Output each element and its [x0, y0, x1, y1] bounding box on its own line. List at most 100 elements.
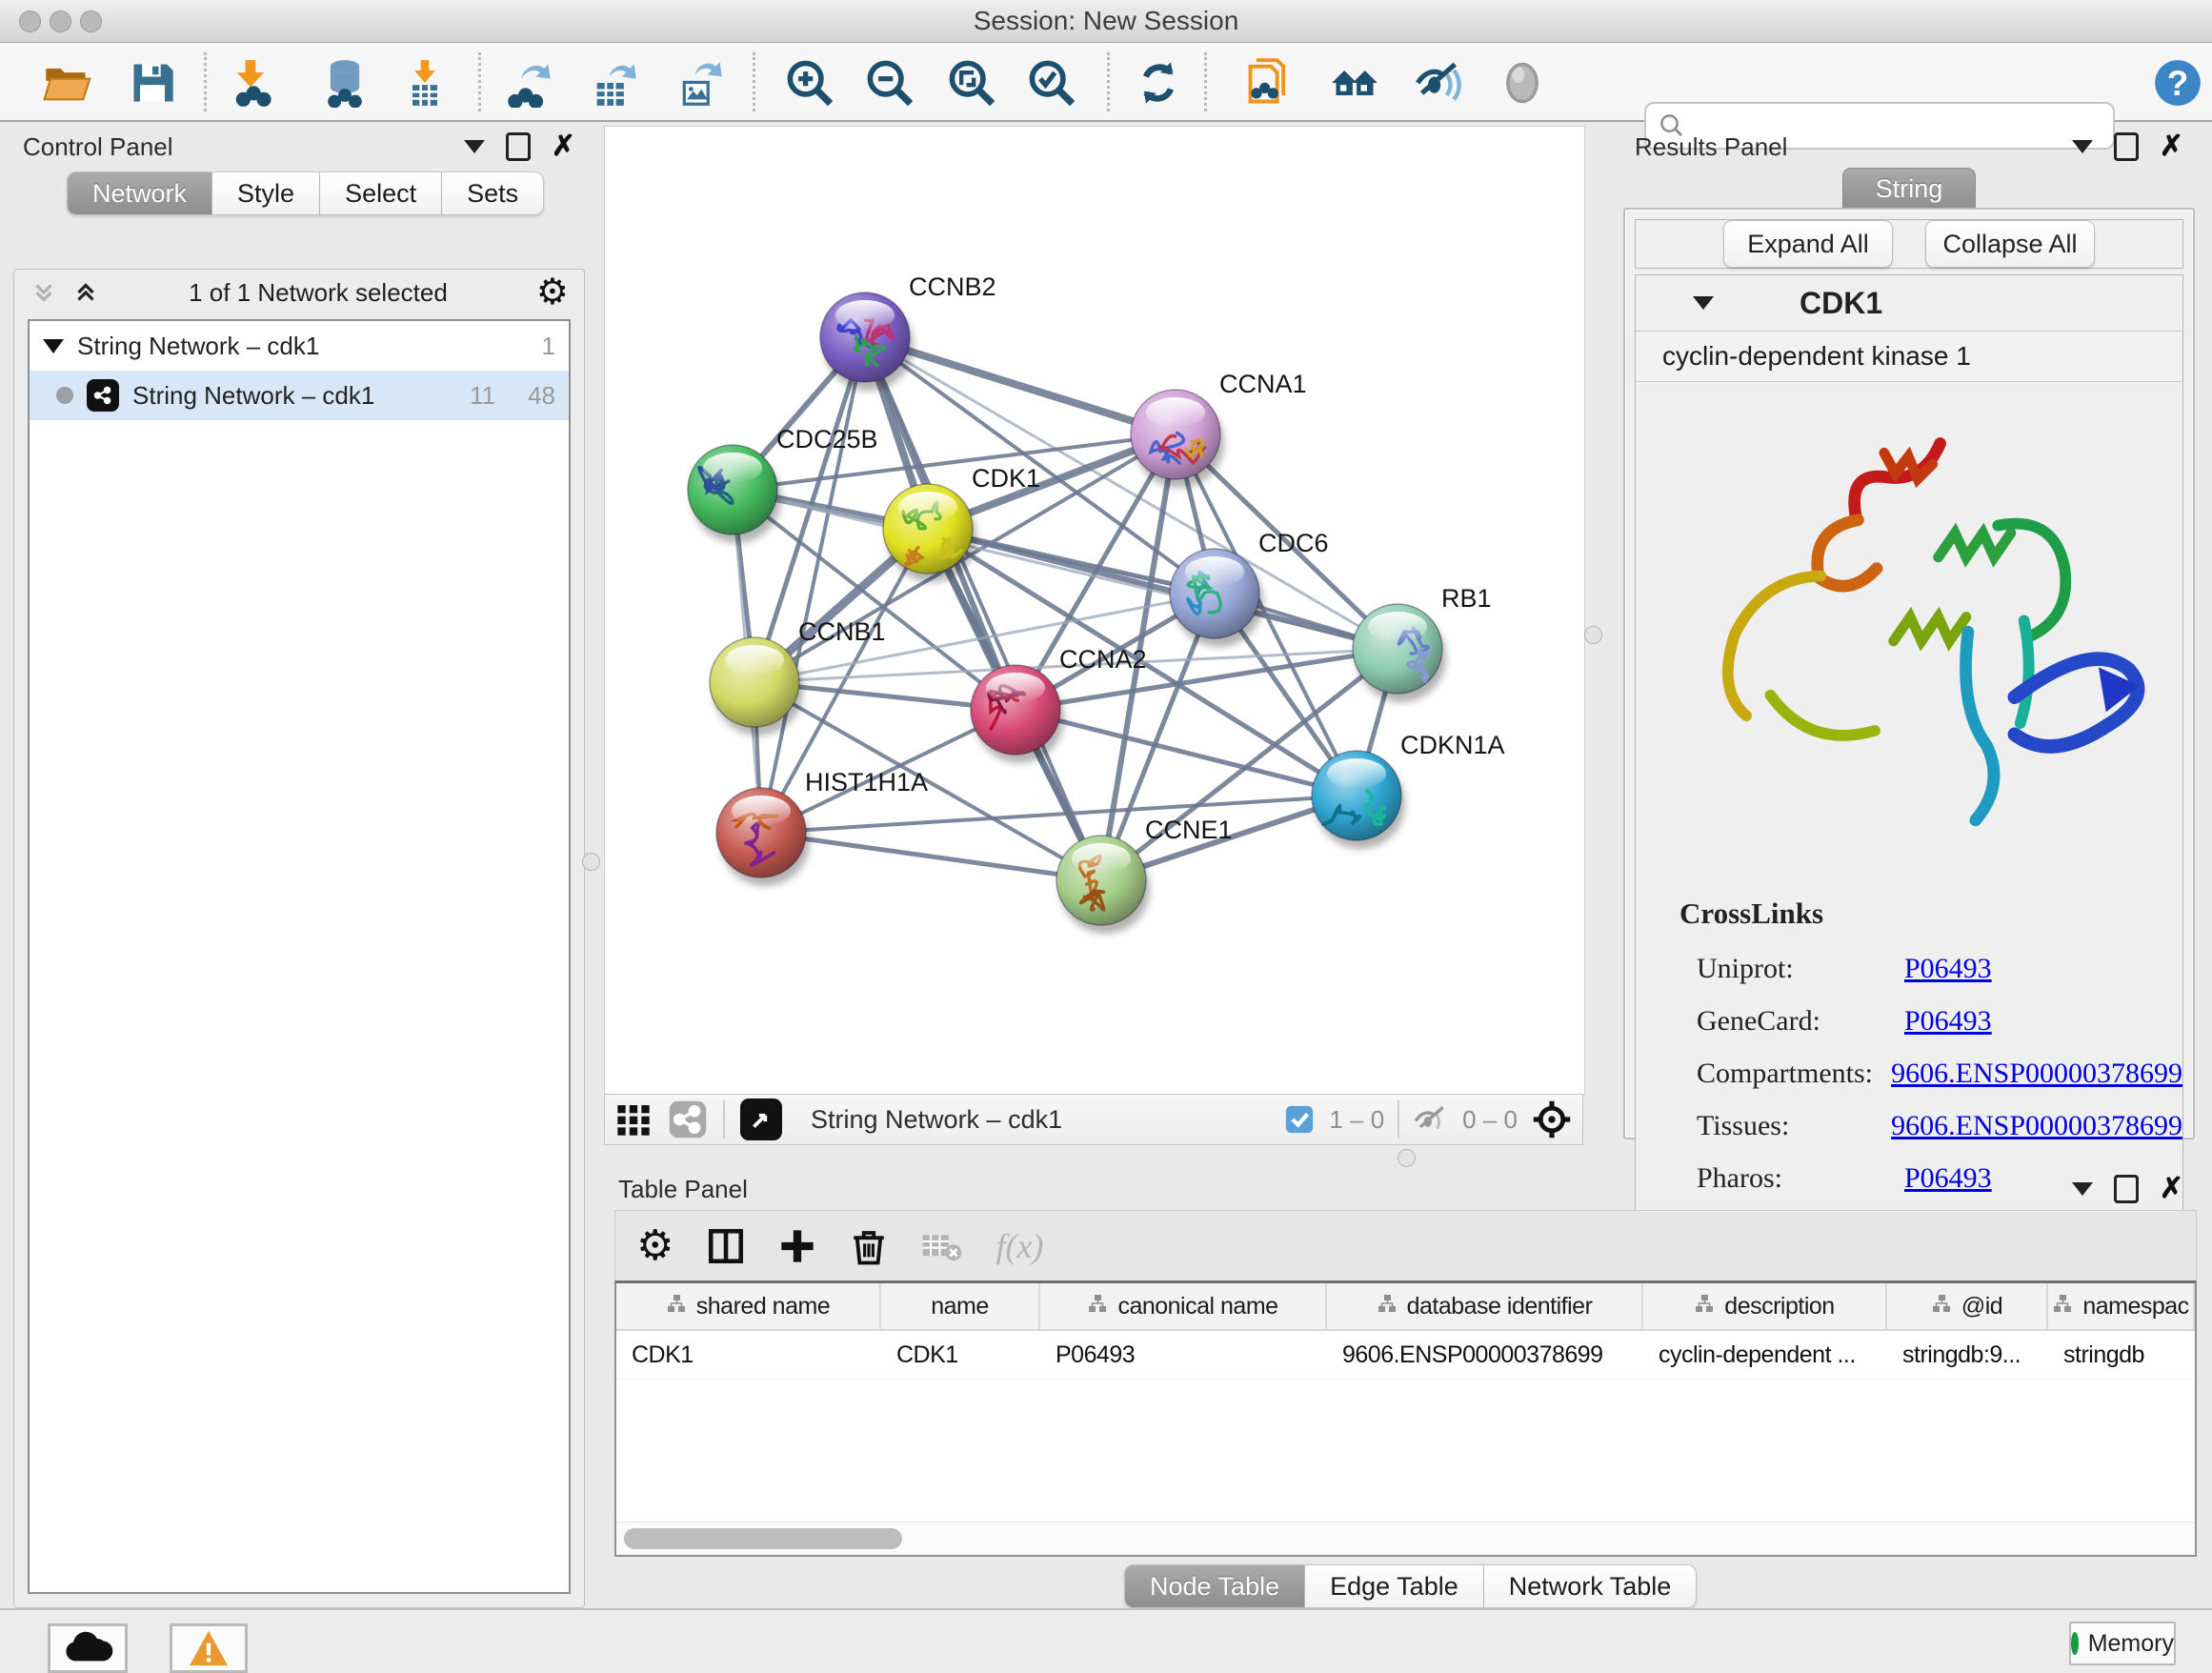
zoom-fit-icon[interactable]: [945, 56, 998, 110]
import-table-icon[interactable]: [398, 56, 452, 110]
tab-network-table[interactable]: Network Table: [1484, 1564, 1698, 1608]
collection-expand-icon[interactable]: [43, 339, 64, 353]
edge-HIST1H1A-CCNE1[interactable]: [761, 833, 1101, 880]
crosslink-link[interactable]: 9606.ENSP00000378699: [1891, 1058, 2182, 1090]
network-view-toolbar: String Network – cdk1 1 – 0 0 – 0: [604, 1094, 1583, 1145]
network-edge-count: 48: [528, 381, 555, 411]
column-header-namespac[interactable]: namespac: [2048, 1283, 2195, 1329]
node-CDK1[interactable]: [883, 484, 976, 582]
save-session-icon[interactable]: [126, 56, 179, 110]
crosslink-link[interactable]: 9606.ENSP00000378699: [1891, 1110, 2182, 1142]
tab-edge-table[interactable]: Edge Table: [1305, 1564, 1484, 1608]
cloud-button[interactable]: [48, 1623, 128, 1673]
expand-all-button[interactable]: Expand All: [1723, 220, 1893, 268]
gear-icon[interactable]: ⚙: [536, 274, 569, 311]
results-panel-title: Results Panel: [1635, 132, 1787, 162]
network-collapse-bar: 1 of 1 Network selected ⚙: [14, 270, 584, 315]
control-panel-menu-icon[interactable]: [464, 140, 485, 153]
open-session-icon[interactable]: [40, 56, 93, 110]
zoom-in-icon[interactable]: [783, 56, 836, 110]
table-scrollbar-thumb[interactable]: [624, 1528, 902, 1549]
hidden-eye-icon[interactable]: [1413, 1101, 1449, 1138]
network-collection-row[interactable]: String Network – cdk1 1: [30, 321, 569, 371]
expand-all-icon[interactable]: [71, 278, 100, 307]
share-view-icon[interactable]: [668, 1099, 708, 1139]
network-view-canvas[interactable]: CCNB2CCNA1CDC25BCDK1CDC6RB1CCNB1CCNA2CDK…: [604, 126, 1585, 1096]
collapse-all-button[interactable]: Collapse All: [1925, 220, 2095, 268]
string-import-icon[interactable]: [1242, 56, 1296, 110]
network-type-icon: [87, 379, 119, 412]
table-gear-icon[interactable]: ⚙: [636, 1225, 674, 1267]
tab-network[interactable]: Network: [67, 171, 212, 215]
delete-table-icon: [921, 1225, 963, 1267]
crosslink-link[interactable]: P06493: [1904, 1005, 1992, 1038]
selected-count-badge: 1 – 0: [1329, 1105, 1384, 1135]
import-network-database-icon[interactable]: [318, 56, 372, 110]
control-panel-float-icon[interactable]: [506, 132, 531, 161]
table-row[interactable]: CDK1CDK1P064939606.ENSP00000378699cyclin…: [616, 1331, 2195, 1380]
import-network-file-icon[interactable]: [225, 56, 278, 110]
column-header-database-identifier[interactable]: database identifier: [1327, 1283, 1643, 1329]
zoom-out-icon[interactable]: [863, 56, 916, 110]
grid-view-icon[interactable]: [614, 1100, 653, 1139]
network-row[interactable]: String Network – cdk1 11 48: [30, 371, 569, 420]
tab-sets[interactable]: Sets: [442, 171, 544, 215]
column-header-canonical-name[interactable]: canonical name: [1040, 1283, 1327, 1329]
crosslink-link[interactable]: P06493: [1904, 953, 1992, 985]
node-label-CDC6: CDC6: [1258, 529, 1329, 557]
memory-button[interactable]: Memory: [2069, 1622, 2176, 1665]
results-panel-close-icon[interactable]: ✗: [2160, 132, 2183, 161]
table-panel-float-icon[interactable]: [2114, 1175, 2139, 1203]
gene-section-expand-icon[interactable]: [1693, 296, 1714, 310]
refresh-icon[interactable]: [1132, 56, 1185, 110]
left-divider-handle[interactable]: [582, 853, 600, 871]
crosshair-icon[interactable]: [1531, 1099, 1573, 1140]
tab-node-table[interactable]: Node Table: [1124, 1564, 1305, 1608]
string-home-icon[interactable]: [1328, 56, 1381, 110]
edge-CCNB2-HIST1H1A[interactable]: [761, 337, 865, 833]
help-icon[interactable]: ?: [2151, 56, 2204, 110]
column-header-description[interactable]: description: [1643, 1283, 1887, 1329]
bottom-divider-handle[interactable]: [1398, 1149, 1416, 1167]
right-divider-handle[interactable]: [1584, 626, 1602, 644]
results-panel-float-icon[interactable]: [2114, 132, 2139, 161]
node-CCNE1[interactable]: [1056, 836, 1150, 934]
export-network-icon[interactable]: [503, 56, 556, 110]
warning-button[interactable]: [170, 1623, 248, 1673]
column-header-@id[interactable]: @id: [1887, 1283, 2048, 1329]
column-header-name[interactable]: name: [881, 1283, 1040, 1329]
tab-string[interactable]: String: [1842, 168, 1977, 210]
node-RB1[interactable]: [1353, 604, 1446, 702]
tab-style[interactable]: Style: [212, 171, 320, 215]
memory-label: Memory: [2088, 1630, 2174, 1658]
export-image-icon[interactable]: [673, 56, 726, 110]
collection-label: String Network – cdk1: [77, 332, 319, 361]
column-header-shared-name[interactable]: shared name: [616, 1283, 881, 1329]
delete-column-icon[interactable]: [849, 1226, 889, 1266]
node-HIST1H1A[interactable]: [716, 788, 810, 886]
table-panel-close-icon[interactable]: ✗: [2160, 1175, 2183, 1203]
edge-CCNB2-CCNE1[interactable]: [865, 337, 1101, 880]
node-label-CCNA1: CCNA1: [1219, 370, 1307, 398]
node-label-CDKN1A: CDKN1A: [1400, 731, 1505, 759]
table-panel-menu-icon[interactable]: [2072, 1182, 2093, 1196]
zoom-selected-icon[interactable]: [1025, 56, 1078, 110]
control-panel-close-icon[interactable]: ✗: [552, 132, 575, 161]
tab-select[interactable]: Select: [320, 171, 442, 215]
navigator-icon[interactable]: [740, 1099, 782, 1140]
control-panel-title: Control Panel: [23, 132, 173, 162]
node-CCNA2[interactable]: [971, 665, 1064, 763]
table-horizontal-scrollbar[interactable]: [616, 1522, 2195, 1555]
add-column-icon[interactable]: [778, 1227, 816, 1265]
node-CCNA1[interactable]: [1131, 390, 1224, 488]
toggle-glass-effect-icon[interactable]: [1412, 56, 1465, 110]
selected-checkbox-icon[interactable]: [1283, 1103, 1316, 1136]
node-CDKN1A[interactable]: [1312, 751, 1405, 849]
results-panel-menu-icon[interactable]: [2072, 140, 2093, 153]
toggle-enhanced-labels-icon[interactable]: [1496, 56, 1549, 110]
node-CDC25B[interactable]: [688, 445, 781, 543]
export-table-icon[interactable]: [587, 56, 640, 110]
network-node-count: 11: [470, 381, 495, 411]
collapse-all-icon[interactable]: [30, 278, 58, 307]
select-columns-icon[interactable]: [706, 1226, 746, 1266]
